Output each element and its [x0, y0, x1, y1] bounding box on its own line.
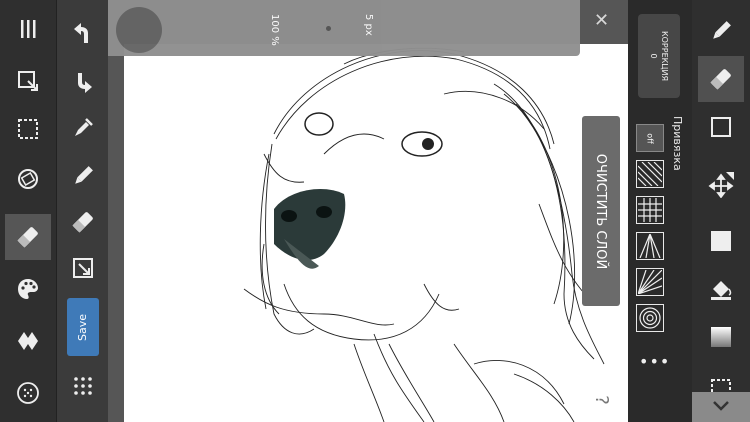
menu-icon[interactable] — [5, 6, 51, 52]
snap-panel: КОРРЕКЦИЯ 0 Привязка off ••• — [628, 0, 692, 422]
fill-canvas-icon[interactable] — [60, 248, 106, 288]
left-toolbar-primary — [0, 0, 56, 422]
more-options-icon[interactable] — [5, 370, 51, 416]
bucket-fill-icon[interactable] — [698, 266, 744, 312]
rotate-canvas-icon[interactable] — [5, 156, 51, 202]
transform-icon[interactable] — [5, 58, 51, 104]
eraser-icon[interactable] — [60, 202, 106, 242]
brush-opacity-label[interactable]: 100 % — [269, 14, 280, 46]
right-toolbar — [692, 0, 750, 422]
fill-rect-icon[interactable] — [698, 218, 744, 264]
parallel-lines-guide-icon[interactable] — [636, 160, 664, 188]
expand-tab[interactable] — [692, 392, 750, 422]
concentric-circle-guide-icon[interactable] — [636, 304, 664, 332]
brush-tool-icon[interactable] — [60, 156, 106, 196]
grid-menu-icon[interactable] — [60, 366, 106, 406]
save-button[interactable]: Save — [67, 298, 99, 356]
more-guides-icon[interactable]: ••• — [639, 352, 670, 371]
snap-off-label: off — [645, 132, 655, 144]
rectangle-tool-icon[interactable] — [698, 104, 744, 150]
correction-button[interactable]: КОРРЕКЦИЯ 0 — [638, 14, 680, 98]
grid-guide-icon[interactable] — [636, 196, 664, 224]
pen-tool-icon[interactable] — [60, 108, 106, 148]
dog-sketch — [243, 47, 605, 422]
redo-icon[interactable] — [60, 62, 106, 102]
correction-title: КОРРЕКЦИЯ — [660, 30, 669, 82]
eraser-tool-active-icon[interactable] — [698, 56, 744, 102]
gradient-icon[interactable] — [698, 314, 744, 360]
snap-title: Привязка — [671, 116, 684, 171]
move-tool-icon[interactable] — [698, 162, 744, 208]
perspective-1pt-guide-icon[interactable] — [636, 232, 664, 260]
chevron-down-icon — [713, 401, 729, 411]
correction-value: 0 — [649, 53, 658, 59]
undo-icon[interactable] — [60, 14, 106, 54]
pencil-tool-icon[interactable] — [698, 8, 744, 54]
help-icon[interactable]: ? — [590, 388, 614, 412]
clear-layer-label: ОЧИСТИТЬ СЛОЙ — [593, 153, 609, 269]
left-toolbar-secondary: Save — [56, 0, 108, 422]
brush-settings-bar: 100 % 5 px — [108, 0, 580, 56]
selection-icon[interactable] — [5, 106, 51, 152]
brush-preview[interactable] — [116, 7, 162, 53]
eraser-tool-icon[interactable] — [5, 214, 51, 260]
save-button-label: Save — [76, 313, 90, 341]
perspective-radial-guide-icon[interactable] — [636, 268, 664, 296]
drawing-canvas[interactable] — [124, 44, 628, 422]
close-icon[interactable]: ✕ — [594, 10, 609, 31]
layers-icon[interactable] — [5, 318, 51, 364]
app-root: Save 100 % 5 px ✕ ОЧИСТИТЬ СЛОЙ ? КОРРЕК… — [0, 0, 750, 422]
brush-size-label[interactable]: 5 px — [363, 14, 374, 36]
snap-off-button[interactable]: off — [636, 124, 664, 152]
palette-icon[interactable] — [5, 266, 51, 312]
clear-layer-button[interactable]: ОЧИСТИТЬ СЛОЙ — [582, 116, 620, 306]
brush-size-dot — [326, 26, 331, 31]
